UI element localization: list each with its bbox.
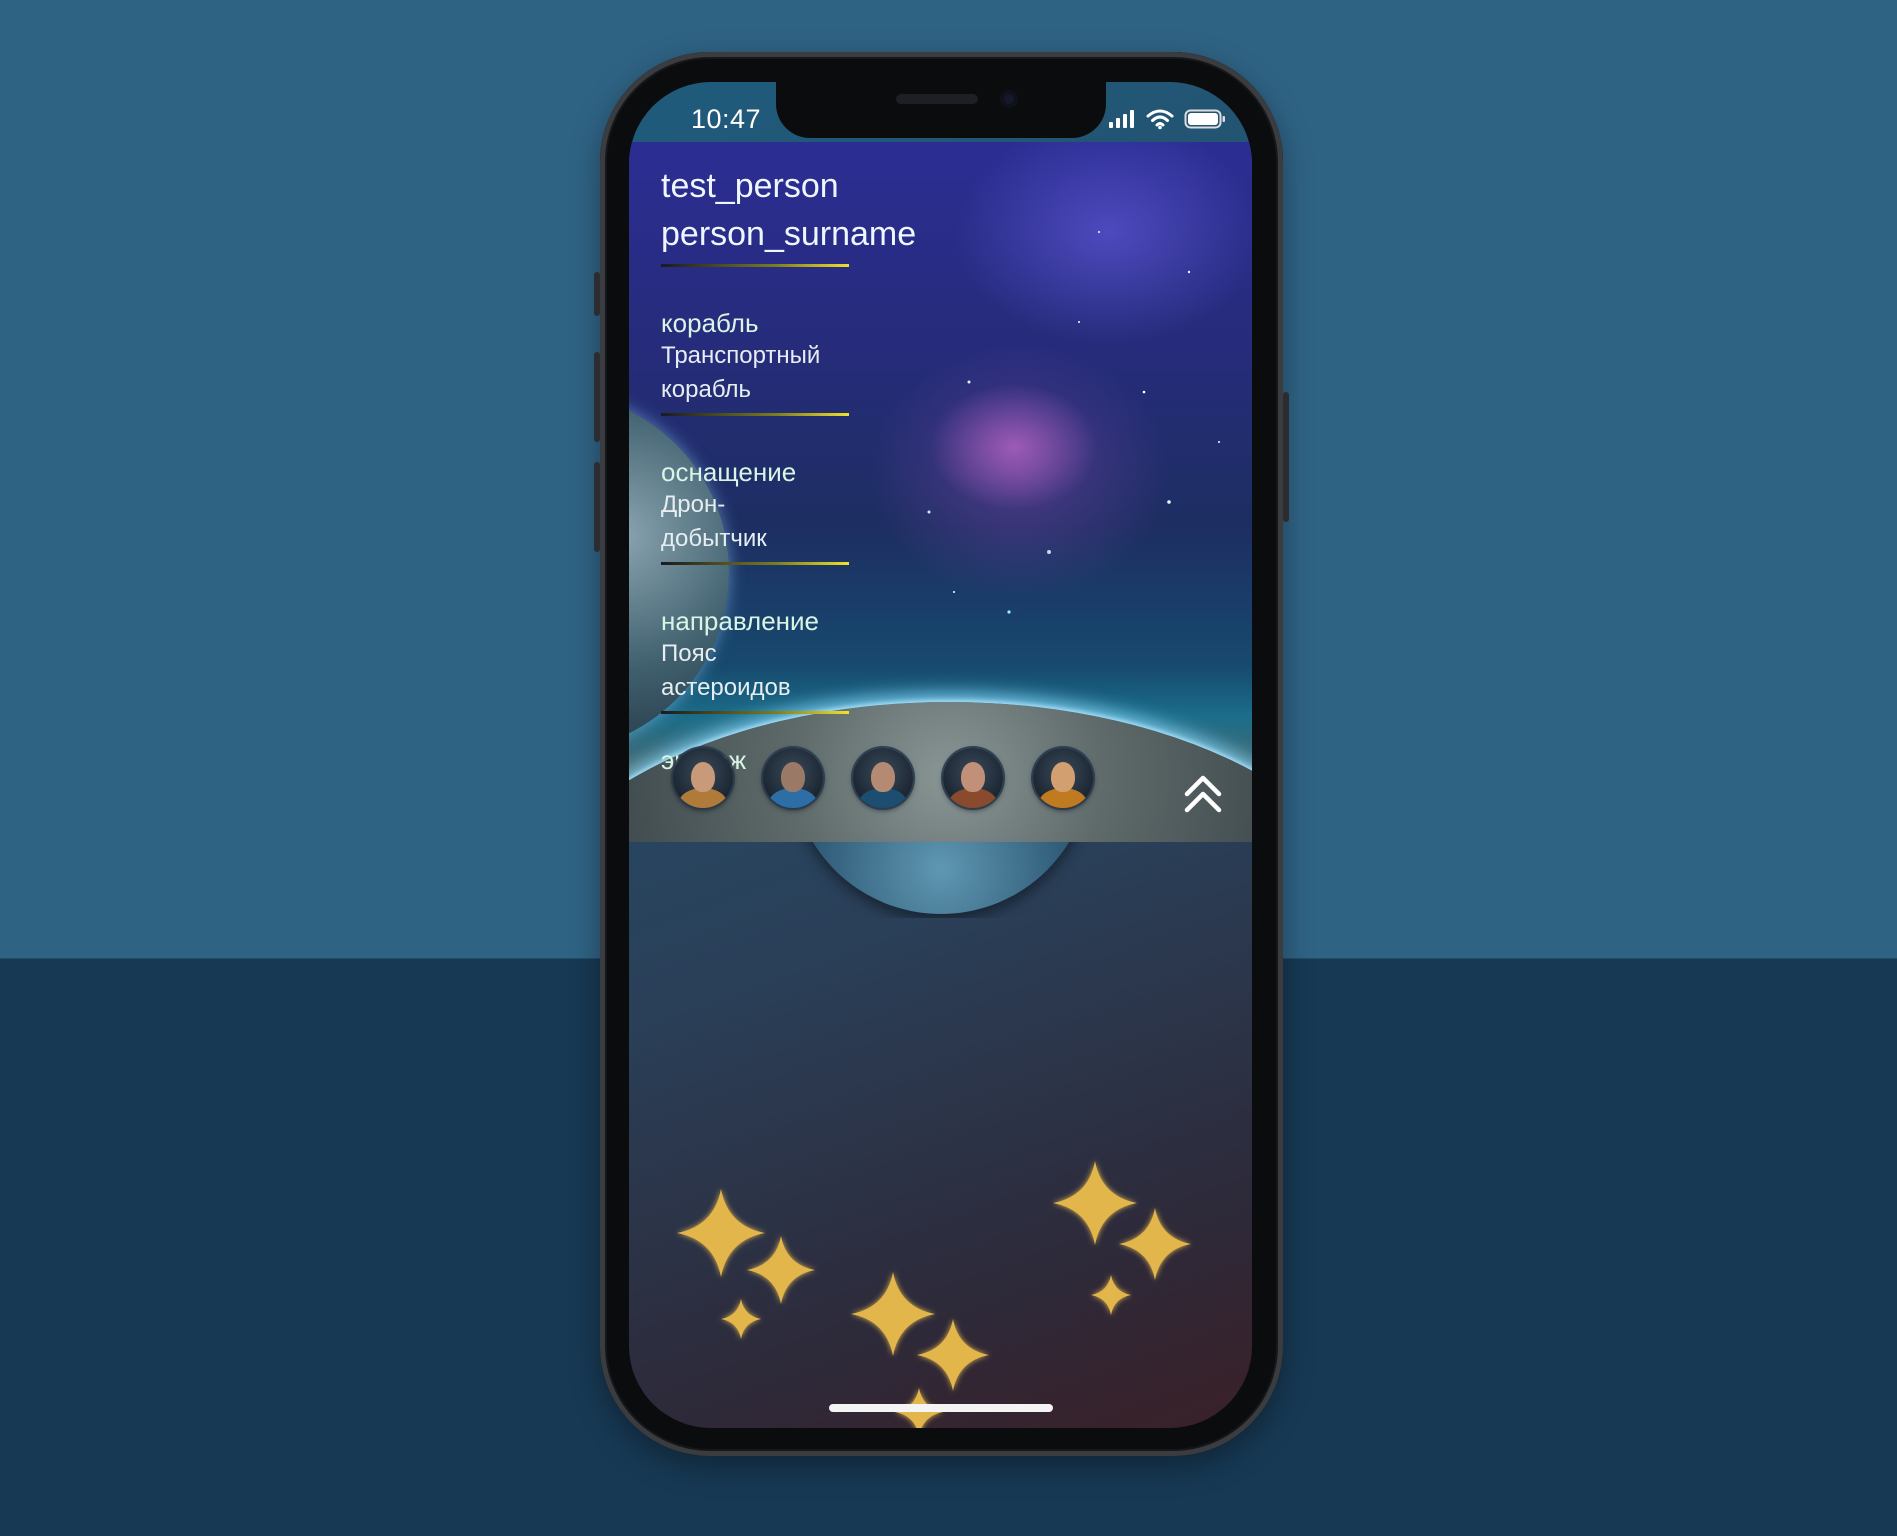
field-label: направление: [661, 606, 820, 636]
field-label: оснащение: [661, 457, 797, 487]
section-separator: [661, 562, 849, 565]
sparkle-icon: [747, 1236, 815, 1304]
sparkle-icon: [1091, 1275, 1131, 1315]
profile-panel: test_person person_surname корабль Транс…: [629, 142, 1252, 842]
crew-avatar[interactable]: [673, 748, 733, 808]
battery-icon: [1184, 109, 1225, 129]
field-value: корабль: [661, 376, 751, 403]
field-equipment: оснащение Дрон- добытчик: [661, 456, 901, 556]
power-button: [1283, 392, 1289, 522]
crew-list: [673, 748, 1093, 808]
avatar-face: [961, 762, 985, 792]
earpiece-speaker: [896, 94, 978, 104]
section-separator: [661, 264, 849, 267]
profile-first-name: test_person: [661, 167, 839, 205]
field-label: корабль: [661, 308, 759, 338]
sparkle-icon: [1119, 1208, 1191, 1280]
field-ship: корабль Транспортный корабль: [661, 307, 901, 407]
section-separator: [661, 413, 849, 416]
field-value: Дрон-: [661, 491, 726, 518]
app-screen: 10:47 test_person person_surname корабль…: [629, 82, 1252, 1428]
avatar-face: [871, 762, 895, 792]
avatar-face: [691, 762, 715, 792]
status-icons: [1108, 104, 1226, 134]
sparkle-icon: [721, 1299, 761, 1339]
home-indicator[interactable]: [829, 1404, 1053, 1412]
avatar-face: [1051, 762, 1075, 792]
ship-hemisphere-image: [791, 842, 1091, 918]
field-value: Пояс: [661, 640, 717, 667]
status-time: 10:47: [691, 104, 762, 134]
sparkle-icon: [851, 1272, 935, 1356]
avatar-face: [781, 762, 805, 792]
field-value: добытчик: [661, 525, 767, 552]
crew-avatar[interactable]: [943, 748, 1003, 808]
field-value: астероидов: [661, 674, 791, 701]
profile-last-name: person_surname: [661, 215, 917, 253]
sparkle-icon: [677, 1189, 765, 1277]
volume-up-button: [594, 352, 600, 442]
wifi-icon: [1146, 109, 1174, 130]
crew-avatar[interactable]: [853, 748, 913, 808]
section-separator: [661, 711, 849, 714]
crew-avatar[interactable]: [763, 748, 823, 808]
double-chevron-up-icon[interactable]: [1179, 770, 1227, 818]
front-camera: [1000, 90, 1018, 108]
field-value: Транспортный: [661, 342, 821, 369]
notch: [776, 82, 1106, 138]
sparkle-icon: [1053, 1161, 1137, 1245]
crew-avatar[interactable]: [1033, 748, 1093, 808]
sparkle-icon: [917, 1319, 989, 1391]
mute-switch: [594, 272, 600, 316]
profile-info: test_person person_surname корабль Транс…: [661, 162, 917, 776]
cellular-signal-icon: [1109, 110, 1134, 128]
volume-down-button: [594, 462, 600, 552]
field-direction: направление Пояс астероидов: [661, 605, 901, 705]
